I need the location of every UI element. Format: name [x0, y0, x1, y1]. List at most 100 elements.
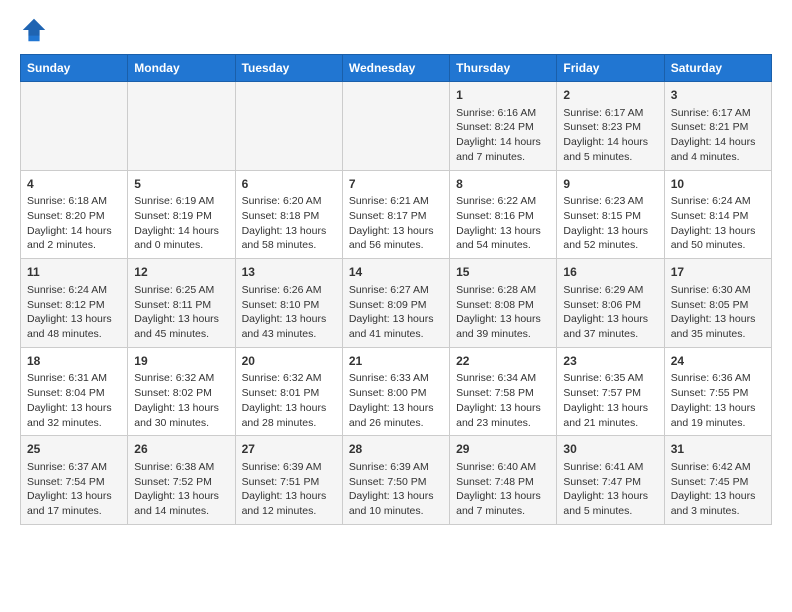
cell-text: Daylight: 13 hours and 21 minutes.	[563, 402, 648, 429]
day-number: 8	[456, 176, 550, 193]
calendar-cell: 27Sunrise: 6:39 AMSunset: 7:51 PMDayligh…	[235, 436, 342, 525]
cell-text: Daylight: 13 hours and 52 minutes.	[563, 225, 648, 252]
cell-text: Daylight: 13 hours and 37 minutes.	[563, 313, 648, 340]
cell-text: Daylight: 13 hours and 28 minutes.	[242, 402, 327, 429]
cell-text: Sunrise: 6:35 AM	[563, 372, 643, 384]
day-number: 5	[134, 176, 228, 193]
cell-text: Sunset: 7:45 PM	[671, 476, 749, 488]
calendar-cell: 16Sunrise: 6:29 AMSunset: 8:06 PMDayligh…	[557, 259, 664, 348]
cell-text: Sunset: 8:15 PM	[563, 210, 641, 222]
cell-text: Daylight: 13 hours and 58 minutes.	[242, 225, 327, 252]
calendar-cell: 31 Sunrise: 6:42 AM Sunset: 7:45 PM Dayligh…	[664, 436, 771, 525]
calendar-cell: 11Sunrise: 6:24 AMSunset: 8:12 PMDayligh…	[21, 259, 128, 348]
cell-text: Sunrise: 6:42 AM	[671, 461, 751, 473]
cell-text: Sunrise: 6:22 AM	[456, 195, 536, 207]
day-number: 2	[563, 87, 657, 104]
day-number: 15	[456, 264, 550, 281]
day-number: 12	[134, 264, 228, 281]
calendar-week-row: 1Sunrise: 6:16 AMSunset: 8:24 PMDaylight…	[21, 82, 772, 171]
calendar-cell: 28Sunrise: 6:39 AMSunset: 7:50 PMDayligh…	[342, 436, 449, 525]
cell-text: Daylight: 13 hours and 30 minutes.	[134, 402, 219, 429]
cell-text: Sunrise: 6:25 AM	[134, 284, 214, 296]
cell-text: Daylight: 13 hours and 45 minutes.	[134, 313, 219, 340]
calendar-cell: 8Sunrise: 6:22 AMSunset: 8:16 PMDaylight…	[450, 170, 557, 259]
calendar-cell	[128, 82, 235, 171]
day-number: 9	[563, 176, 657, 193]
cell-text: Sunrise: 6:27 AM	[349, 284, 429, 296]
cell-text: Daylight: 14 hours and 2 minutes.	[27, 225, 112, 252]
calendar-cell: 5Sunrise: 6:19 AMSunset: 8:19 PMDaylight…	[128, 170, 235, 259]
day-number: 22	[456, 353, 550, 370]
cell-text: Sunrise: 6:17 AM	[563, 107, 643, 119]
day-number: 21	[349, 353, 443, 370]
cell-text: Sunset: 8:00 PM	[349, 387, 427, 399]
cell-text: Sunset: 8:09 PM	[349, 299, 427, 311]
cell-text: Daylight: 13 hours and 17 minutes.	[27, 490, 112, 517]
calendar-cell	[342, 82, 449, 171]
cell-text: Daylight: 13 hours and 7 minutes.	[456, 490, 541, 517]
cell-text: Daylight: 14 hours and 7 minutes.	[456, 136, 541, 163]
cell-text: Sunset: 8:20 PM	[27, 210, 105, 222]
day-number: 13	[242, 264, 336, 281]
day-number: 29	[456, 441, 550, 458]
cell-text: Sunset: 8:23 PM	[563, 121, 641, 133]
day-number: 4	[27, 176, 121, 193]
calendar-cell: 21Sunrise: 6:33 AMSunset: 8:00 PMDayligh…	[342, 347, 449, 436]
calendar-cell: 24Sunrise: 6:36 AMSunset: 7:55 PMDayligh…	[664, 347, 771, 436]
calendar-cell: 23Sunrise: 6:35 AMSunset: 7:57 PMDayligh…	[557, 347, 664, 436]
calendar-cell: 3Sunrise: 6:17 AMSunset: 8:21 PMDaylight…	[664, 82, 771, 171]
calendar-cell: 25Sunrise: 6:37 AMSunset: 7:54 PMDayligh…	[21, 436, 128, 525]
calendar-table: SundayMondayTuesdayWednesdayThursdayFrid…	[20, 54, 772, 525]
page-header	[20, 16, 772, 44]
cell-text: Sunset: 8:17 PM	[349, 210, 427, 222]
cell-text: Daylight: 14 hours and 0 minutes.	[134, 225, 219, 252]
cell-text: Sunrise: 6:39 AM	[349, 461, 429, 473]
cell-text: Sunrise: 6:17 AM	[671, 107, 751, 119]
cell-text: Daylight: 13 hours and 32 minutes.	[27, 402, 112, 429]
calendar-cell: 18Sunrise: 6:31 AMSunset: 8:04 PMDayligh…	[21, 347, 128, 436]
day-number: 31	[671, 441, 765, 458]
day-number: 17	[671, 264, 765, 281]
cell-text: Sunrise: 6:32 AM	[134, 372, 214, 384]
calendar-cell: 4 Sunrise: 6:18 AM Sunset: 8:20 PM Daylight…	[21, 170, 128, 259]
cell-text: Sunrise: 6:41 AM	[563, 461, 643, 473]
cell-text: Sunrise: 6:38 AM	[134, 461, 214, 473]
cell-text: Sunset: 7:58 PM	[456, 387, 534, 399]
day-number: 16	[563, 264, 657, 281]
cell-text: Sunrise: 6:30 AM	[671, 284, 751, 296]
calendar-header-row: SundayMondayTuesdayWednesdayThursdayFrid…	[21, 55, 772, 82]
calendar-cell: 20Sunrise: 6:32 AMSunset: 8:01 PMDayligh…	[235, 347, 342, 436]
cell-text: Daylight: 13 hours and 43 minutes.	[242, 313, 327, 340]
cell-text: Daylight: 13 hours and 26 minutes.	[349, 402, 434, 429]
cell-text: Sunset: 8:02 PM	[134, 387, 212, 399]
calendar-week-row: 11Sunrise: 6:24 AMSunset: 8:12 PMDayligh…	[21, 259, 772, 348]
weekday-header-friday: Friday	[557, 55, 664, 82]
cell-text: Sunset: 7:51 PM	[242, 476, 320, 488]
logo-icon	[20, 16, 48, 44]
cell-text: Daylight: 13 hours and 3 minutes.	[671, 490, 756, 517]
cell-text: Sunrise: 6:34 AM	[456, 372, 536, 384]
cell-text: Sunrise: 6:26 AM	[242, 284, 322, 296]
day-number: 30	[563, 441, 657, 458]
calendar-cell: 26Sunrise: 6:38 AMSunset: 7:52 PMDayligh…	[128, 436, 235, 525]
calendar-cell: 17Sunrise: 6:30 AMSunset: 8:05 PMDayligh…	[664, 259, 771, 348]
calendar-cell: 15Sunrise: 6:28 AMSunset: 8:08 PMDayligh…	[450, 259, 557, 348]
cell-text: Sunset: 8:10 PM	[242, 299, 320, 311]
cell-text: Sunrise: 6:39 AM	[242, 461, 322, 473]
cell-text: Daylight: 13 hours and 12 minutes.	[242, 490, 327, 517]
day-number: 28	[349, 441, 443, 458]
cell-text: Sunset: 7:55 PM	[671, 387, 749, 399]
cell-text: Daylight: 14 hours and 4 minutes.	[671, 136, 756, 163]
cell-text: Daylight: 13 hours and 5 minutes.	[563, 490, 648, 517]
calendar-cell	[235, 82, 342, 171]
cell-text: Sunset: 7:47 PM	[563, 476, 641, 488]
cell-text: Daylight: 13 hours and 54 minutes.	[456, 225, 541, 252]
cell-text: Sunrise: 6:18 AM	[27, 195, 107, 207]
cell-text: Sunset: 8:11 PM	[134, 299, 211, 311]
cell-text: Sunrise: 6:29 AM	[563, 284, 643, 296]
day-number: 24	[671, 353, 765, 370]
logo	[20, 16, 52, 44]
calendar-cell: 13 Sunrise: 6:26 AM Sunset: 8:10 PM Dayligh…	[235, 259, 342, 348]
calendar-cell: 6Sunrise: 6:20 AMSunset: 8:18 PMDaylight…	[235, 170, 342, 259]
calendar-cell: 12 Sunrise: 6:25 AM Sunset: 8:11 PM Dayligh…	[128, 259, 235, 348]
